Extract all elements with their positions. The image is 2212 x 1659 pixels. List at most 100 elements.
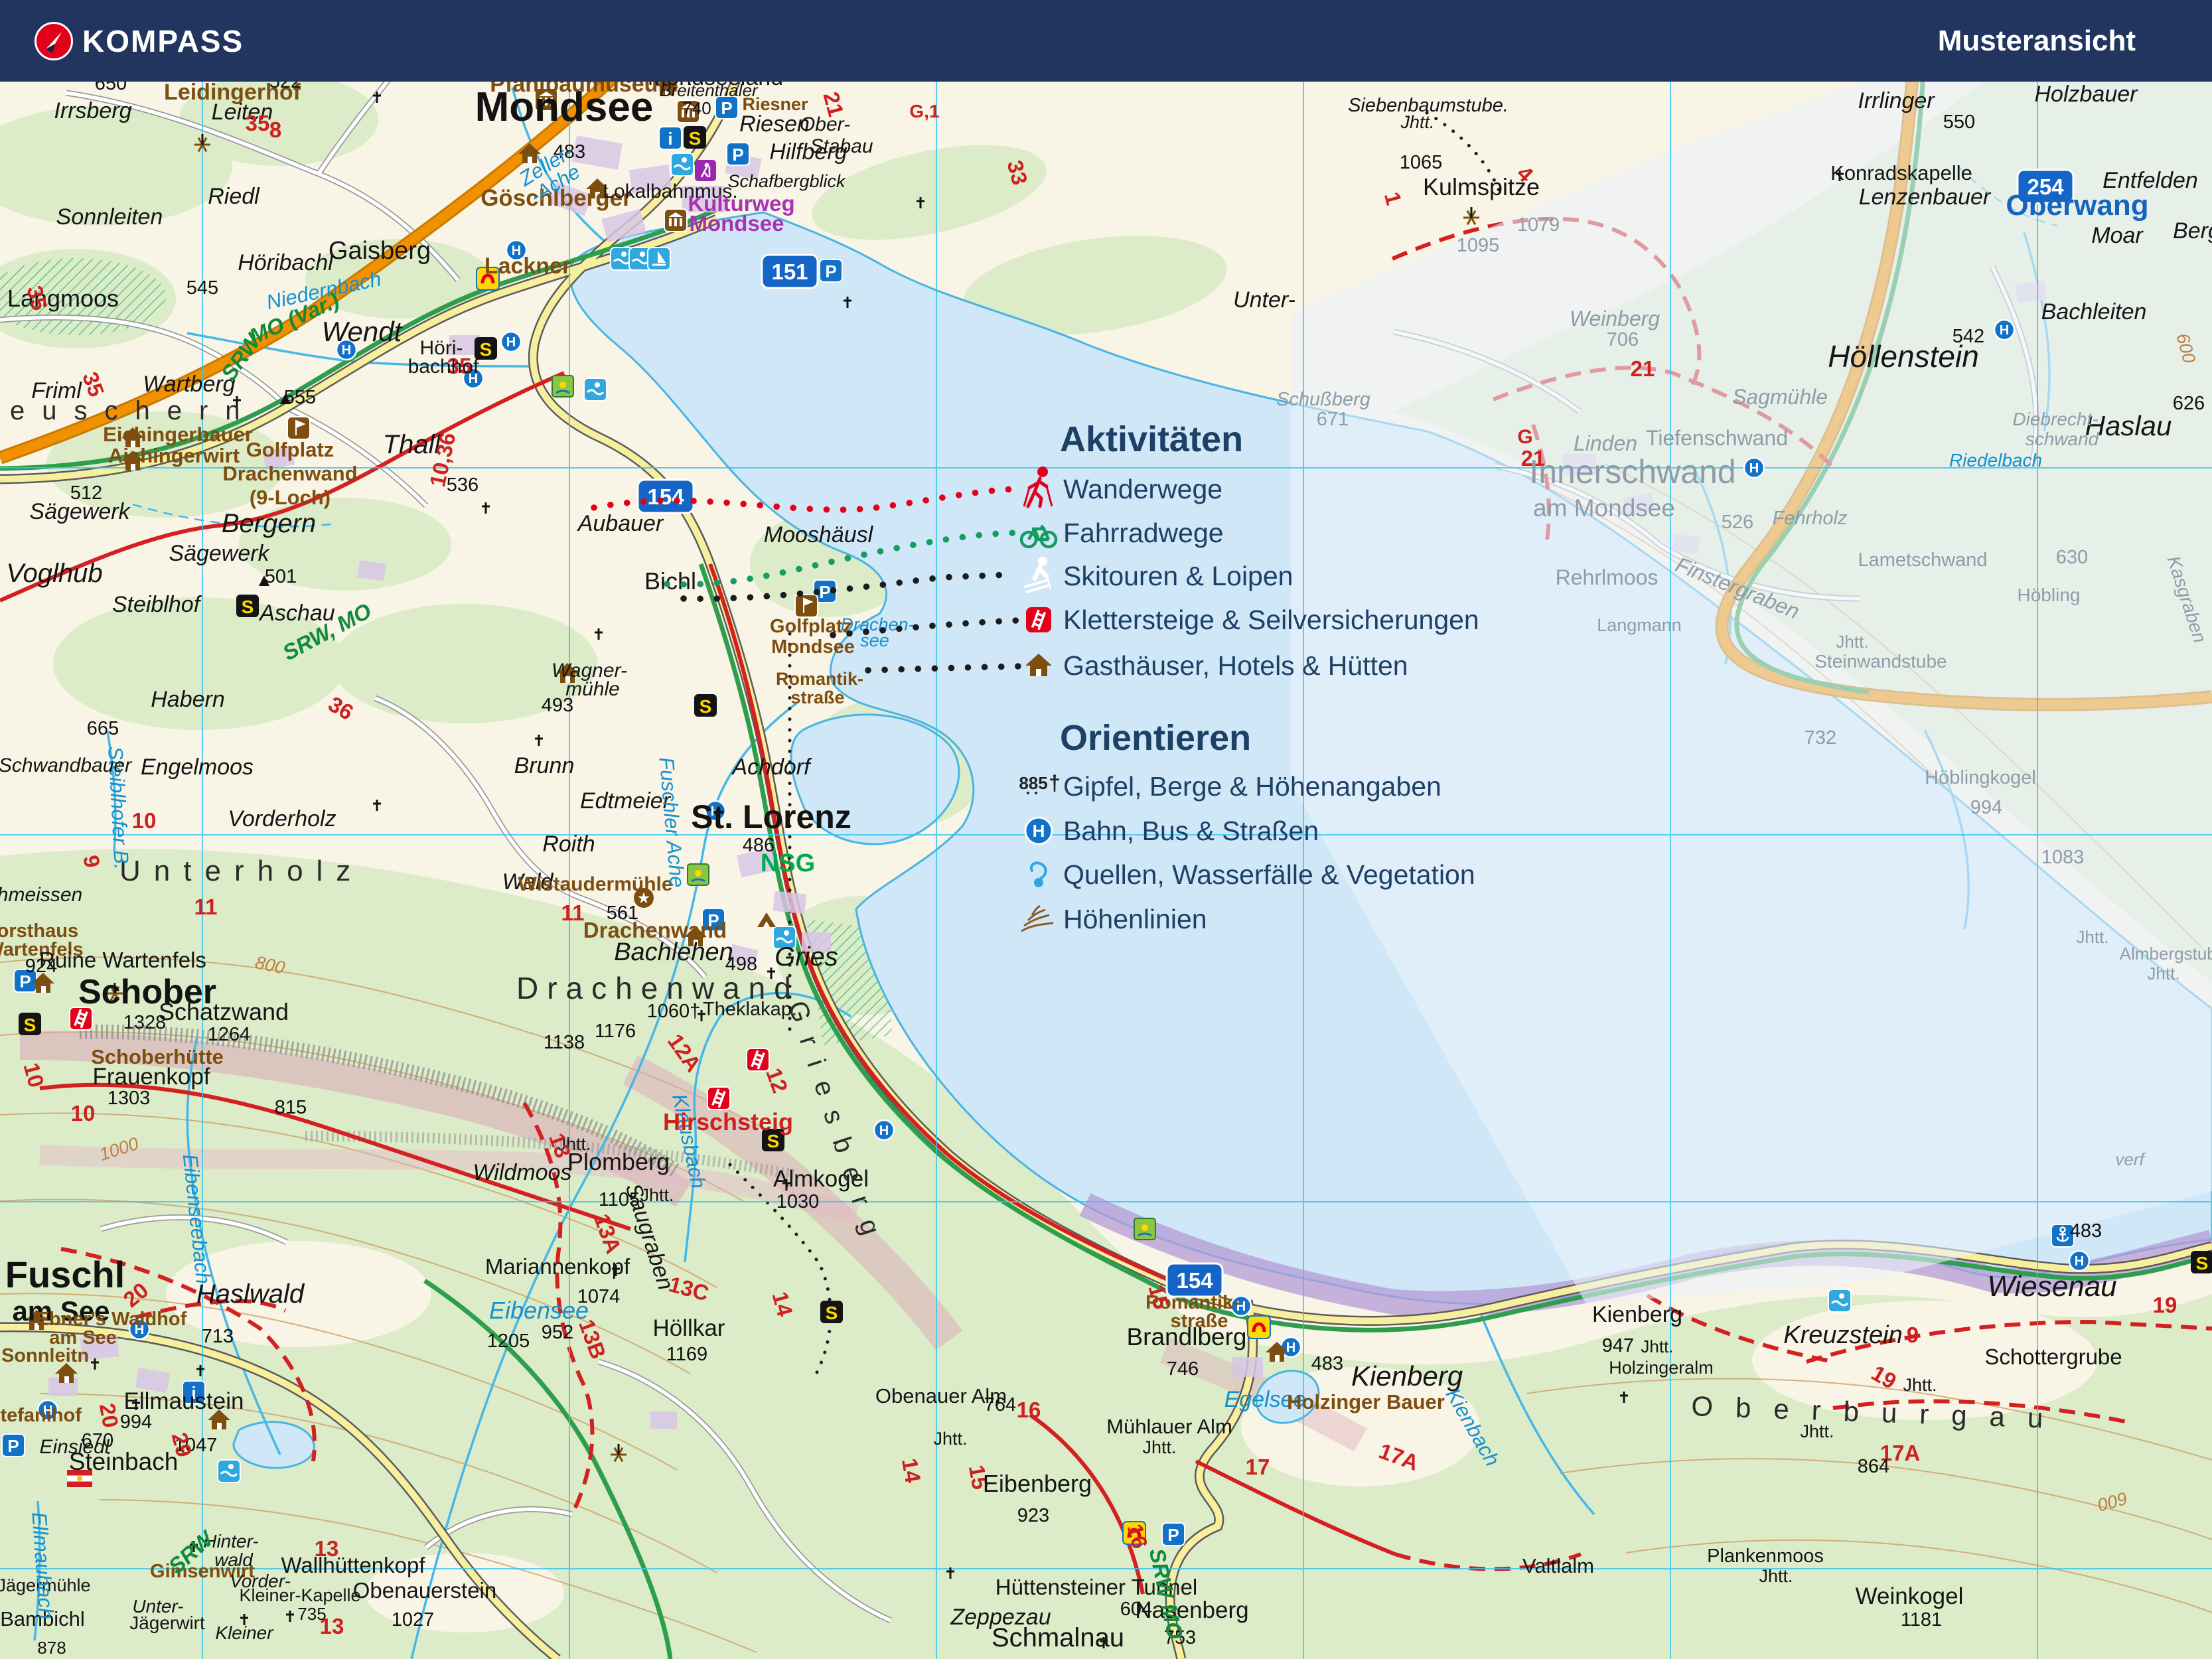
info-icon: i [658, 126, 682, 150]
svg-text:S: S [689, 128, 701, 149]
map-label: 536 [447, 474, 479, 496]
map-label: 493 [542, 695, 573, 716]
map-label: Moar [2091, 223, 2144, 248]
map-label: 1095 [1457, 235, 1500, 256]
map-label: 764 [984, 1394, 1016, 1415]
golf-icon [287, 416, 311, 440]
map-label: 10 [71, 1101, 96, 1125]
map-label: 1176 [595, 1021, 636, 1042]
road-shield: 154 [636, 478, 695, 514]
swim-icon [217, 1459, 241, 1483]
map-label: Bergern [222, 509, 316, 538]
map-label: Unterholz [119, 855, 364, 887]
map-label: Bachleiten [2041, 299, 2147, 325]
map-label: 8 [269, 117, 281, 142]
map-label: 486 [743, 835, 774, 856]
svg-text:P: P [819, 582, 830, 602]
map-label: Valtlalm [1522, 1554, 1594, 1577]
svg-text:H: H [1033, 821, 1045, 841]
map-label: bachhof [408, 356, 479, 378]
map-label: am Mondsee [1533, 494, 1675, 522]
map-label: Holzinger Bauer [1287, 1390, 1445, 1413]
map-label: Bachlehen [614, 938, 733, 966]
map-label: Ellmaustein [124, 1388, 244, 1414]
svg-text:H: H [1749, 461, 1759, 476]
map-label: euschern [10, 396, 258, 425]
map-label: Brandlberg [1126, 1323, 1246, 1350]
map-label: Schmalnau [992, 1623, 1124, 1652]
map-label: Hirschsteig [663, 1108, 793, 1135]
map-label: 542 [1953, 326, 1984, 347]
map-label: 11 [561, 901, 585, 925]
map-label: Bichl [644, 567, 696, 595]
map-label: Diebrecht- [2012, 409, 2098, 429]
map-label: Haslwald [196, 1279, 305, 1309]
map-label: Steinwandstube [1814, 651, 1947, 672]
map-label: Kreuzstein [1783, 1321, 1903, 1349]
hstop-icon: H [2068, 1250, 2091, 1272]
map-label: 11 [194, 895, 218, 919]
map-label: 16 [1017, 1398, 1041, 1422]
map-label: 20 [95, 1402, 123, 1430]
map-label: Wendt [322, 316, 404, 347]
map-label: Steiblhof [112, 592, 202, 617]
map-label: G [1517, 426, 1532, 448]
map-label: 732 [1805, 727, 1836, 749]
map-label: Engelmoos [141, 755, 254, 780]
map-label: 1079 [1517, 214, 1560, 236]
sski-icon: S [694, 694, 717, 717]
bus-stop-icon: H [1024, 816, 1053, 845]
map-label: Gaisberg [329, 237, 431, 265]
legend-item-label: Bahn, Bus & Straßen [1063, 816, 1319, 846]
map-label: Steinbach [69, 1448, 179, 1475]
map-label: Ruine Wartenfels [39, 948, 206, 972]
map-label: Wiesenau [1987, 1270, 2116, 1303]
hstop-icon: H [873, 1119, 895, 1141]
museum-icon [664, 208, 688, 232]
sski-icon: S [684, 126, 706, 149]
map-label: Golfplatz [770, 616, 852, 637]
legend-item-label: Gipfel, Berge & Höhenangaben [1063, 771, 1441, 802]
hstop-icon: H [1993, 319, 2016, 341]
leis-icon [687, 863, 709, 886]
map-label: 19 [2153, 1293, 2177, 1317]
map-label: Weinkogel [1856, 1583, 1964, 1609]
map-label: Jhtt. [1903, 1375, 1937, 1395]
legend-item-label: Quellen, Wasserfälle & Vegetation [1063, 859, 1475, 890]
map-label: 13 [320, 1614, 344, 1638]
map-label: Wistaudermühle [518, 873, 672, 895]
svg-text:S: S [24, 1015, 37, 1035]
svg-text:S: S [700, 696, 712, 717]
map-label: Mondsee [689, 211, 784, 236]
legend-item-label: Fahrradwege [1063, 518, 1224, 548]
map-label: Sagmühle [1732, 385, 1828, 409]
svg-text:P: P [1167, 1525, 1179, 1545]
map-label: 1138 [544, 1032, 585, 1053]
climb-icon [746, 1048, 770, 1072]
map-label: Jhtt. [1800, 1421, 1834, 1441]
map-label: Rehrlmoos [1556, 565, 1659, 589]
map-label: Eibenberg [983, 1470, 1092, 1497]
map-label: Aichingerwirt [108, 444, 240, 467]
map-label: 1303 [108, 1088, 151, 1109]
map-label: 994 [120, 1411, 152, 1433]
map-label: Jhtt. [1400, 112, 1434, 132]
map-label: Holzbauer [2035, 82, 2139, 107]
map-label: Jhtt. [1759, 1566, 1793, 1586]
hstop-icon: H [500, 330, 522, 353]
legend-heading: Aktivitäten [1060, 419, 1243, 459]
map-label: Brunn [514, 753, 575, 778]
sski-icon: S [236, 595, 259, 617]
parking-icon: P [1, 1433, 25, 1457]
map-label: 630 [2056, 547, 2088, 568]
peak-icon: 885 † [1019, 771, 1061, 795]
sail-icon [647, 247, 671, 271]
map-label: 1181 [1901, 1609, 1942, 1630]
map-label: 1169 [666, 1344, 707, 1365]
map-label: Holzingeralm [1609, 1358, 1714, 1378]
svg-text:151: 151 [771, 259, 808, 284]
map-label: Oberwang [2006, 189, 2148, 222]
brand-name: KOMPASS [82, 23, 244, 58]
lake-eibensee [232, 1421, 315, 1469]
compass-icon [35, 21, 73, 60]
